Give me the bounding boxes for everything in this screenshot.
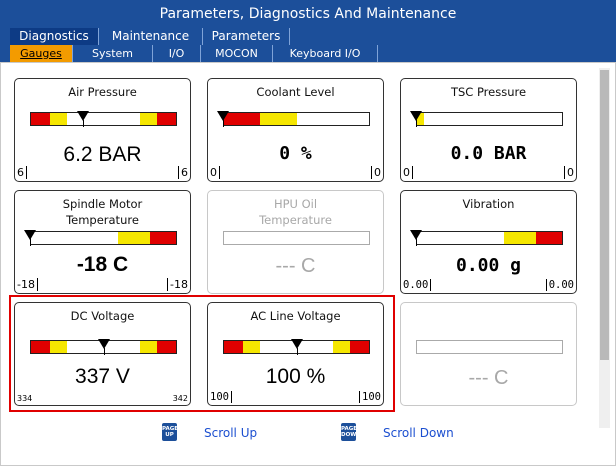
gauge-label: Air Pressure [68,85,137,99]
gauge-label: Coolant Level [256,85,335,99]
subtab-io[interactable]: I/O [152,45,200,62]
gauge-max: 0 [564,166,576,179]
gauge-tsc-pressure: TSC Pressure 0.0 BAR 0 0 [400,78,577,182]
gauge-zone [224,113,261,125]
gauge-min: 0 [208,166,220,179]
gauge-pointer-line [416,239,417,246]
gauge-zone [139,113,158,125]
tab-diagnostics[interactable]: Diagnostics [10,28,98,45]
vertical-scrollbar[interactable] [599,68,610,428]
gauge-zone [49,113,68,125]
gauge-value: --- C [275,255,316,277]
gauge-empty: --- C [400,302,577,406]
tab-maintenance[interactable]: Maintenance [98,28,202,45]
gauge-value: 6.2 BAR [63,143,142,166]
gauge-bar [223,112,370,126]
gauge-min: -18 [15,278,38,291]
gauge-zone [535,232,562,244]
gauge-pointer-line [223,120,224,127]
gauge-value: -18 C [76,253,129,276]
window-title: Parameters, Diagnostics And Maintenance [0,0,616,28]
gauge-zone [31,113,50,125]
main-tab-bar: Diagnostics Maintenance Parameters [0,28,616,45]
gauge-bar [416,340,563,354]
page-down-key-icon[interactable]: PAGE DOWN [341,423,361,441]
gauge-bar [416,231,563,245]
subtab-gauges[interactable]: Gauges [10,45,72,62]
scroll-down-label[interactable]: Scroll Down [383,426,454,440]
subtab-system[interactable]: System [72,45,152,62]
selection-highlight [9,295,395,412]
gauge-max: 6 [178,166,190,179]
scroll-up-label[interactable]: Scroll Up [204,426,257,440]
gauge-value: 0.0 BAR [450,143,527,164]
gauge-bar [223,231,370,245]
gauge-vibration: Vibration 0.00 g 0.00 0.00 [400,190,577,294]
gauge-label: HPU Oil Temperature [259,197,332,227]
gauge-spindle-motor-temperature: Spindle Motor Temperature -18 C -18 -18 [14,190,191,294]
gauge-min: 6 [15,166,27,179]
gauge-zone [260,113,297,125]
gauge-pointer-line [83,120,84,127]
gauge-zone [424,113,562,125]
page-up-key-icon[interactable]: PAGE UP [162,423,178,441]
gauge-max: -18 [167,278,190,291]
subtab-keyboard-io[interactable]: Keyboard I/O [272,45,378,62]
gauge-zone [417,232,504,244]
gauge-zone [157,113,176,125]
gauge-air-pressure: Air Pressure 6.2 BAR 6 6 [14,78,191,182]
gauge-bar [30,231,177,245]
gauge-zone [118,232,150,244]
gauge-max: 0.00 [545,279,576,291]
gauge-zone [296,113,369,125]
gauge-coolant-level: Coolant Level 0 % 0 0 [207,78,384,182]
gauge-bar [30,112,177,126]
gauge-label: Vibration [462,197,515,211]
gauge-pointer-line [416,120,417,127]
gauge-value: 0.00 g [455,255,522,276]
gauge-value: --- C [468,367,509,389]
gauge-max: 0 [371,166,383,179]
gauge-zone [31,232,118,244]
gauge-zone [149,232,176,244]
gauge-label: TSC Pressure [450,85,527,99]
gauge-label: Spindle Motor Temperature [62,197,143,227]
gauge-hpu-oil-temperature: HPU Oil Temperature --- C [207,190,384,294]
gauge-pointer-line [30,239,31,246]
gauge-value: 0 % [279,143,312,164]
gauge-bar [416,112,563,126]
scrollbar-thumb[interactable] [600,70,609,360]
gauge-min: 0.00 [401,279,432,291]
sub-tab-bar: Gauges System I/O MOCON Keyboard I/O [0,45,616,62]
tab-parameters[interactable]: Parameters [202,28,290,45]
subtab-mocon[interactable]: MOCON [200,45,272,62]
gauge-min: 0 [401,166,413,179]
gauge-zone [504,232,536,244]
